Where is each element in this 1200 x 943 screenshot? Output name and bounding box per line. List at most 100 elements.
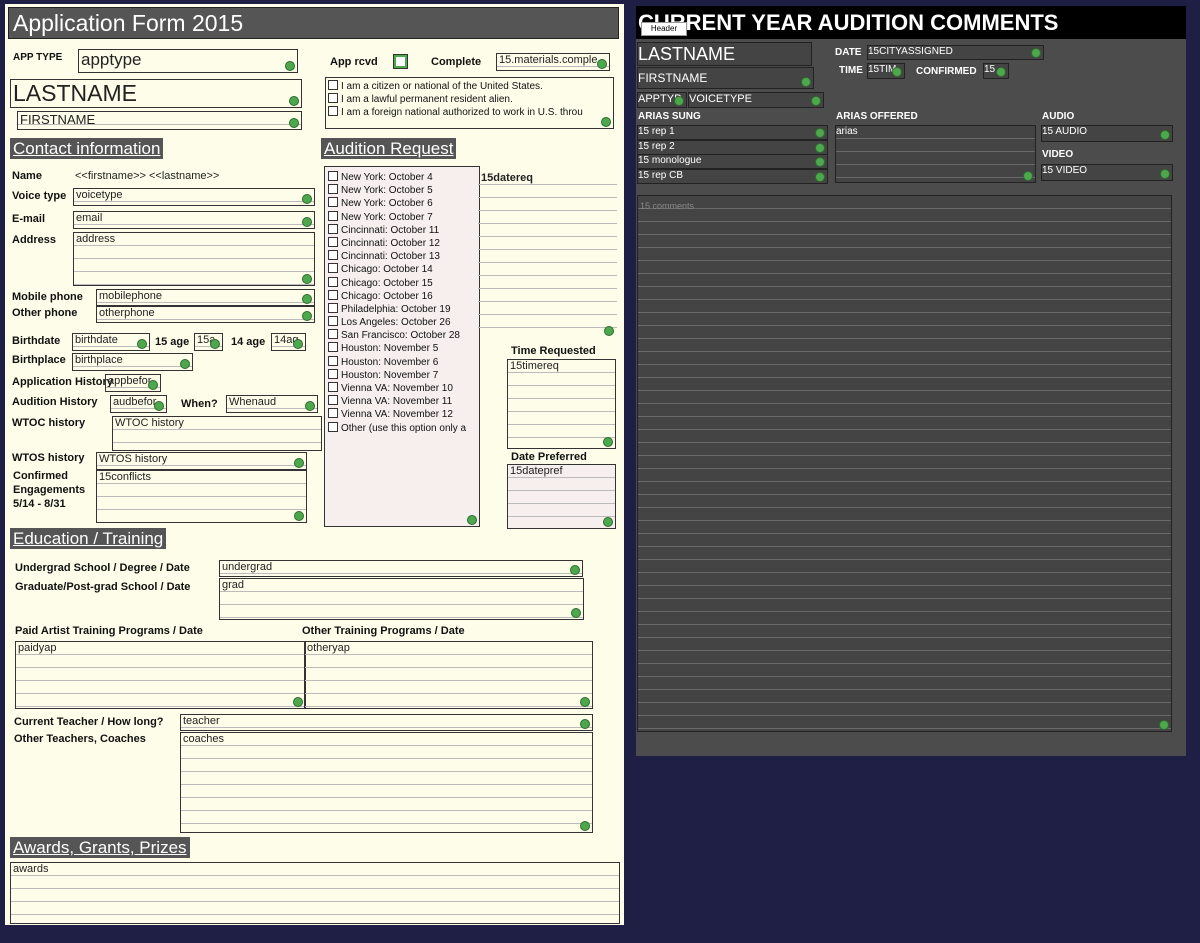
audition-history-field[interactable]: audbefor [110, 395, 167, 413]
field-marker-icon [580, 697, 590, 707]
time-requested-field[interactable]: 15timereq [507, 359, 616, 449]
field-marker-icon [294, 511, 304, 521]
field-marker-icon [302, 217, 312, 227]
undergrad-field[interactable]: undergrad [219, 560, 583, 577]
age14-field[interactable]: 14ag [271, 333, 306, 351]
grad-field[interactable]: grad [219, 578, 584, 620]
wtoc-history-label: WTOC history [12, 417, 86, 429]
audition-option[interactable]: Vienna VA: November 10 [328, 382, 479, 395]
audition-option[interactable]: New York: October 7 [328, 210, 479, 224]
other-training-field[interactable]: otheryap [304, 641, 593, 709]
aria-sung-field[interactable]: 15 rep 1 [637, 125, 828, 140]
field-marker-icon [601, 117, 611, 127]
audition-option[interactable]: New York: October 5 [328, 184, 479, 197]
app-rcvd-label: App rcvd [330, 56, 378, 68]
wtos-history-field[interactable]: WTOS history [96, 452, 307, 470]
video-field[interactable]: 15 VIDEO [1041, 164, 1173, 181]
audition-option[interactable]: Philadelphia: October 19 [328, 302, 479, 316]
confirmed-field[interactable]: 15 [983, 63, 1009, 79]
checkbox-icon [328, 171, 338, 181]
citizenship-option[interactable]: I am a citizen or national of the United… [326, 80, 613, 93]
date-label: DATE [835, 47, 862, 58]
firstname-field[interactable]: FIRSTNAME [17, 111, 302, 130]
date-preferred-field[interactable]: 15datepref [507, 464, 616, 529]
comments-voicetype-field[interactable]: VOICETYPE [688, 92, 824, 108]
audition-option[interactable]: Chicago: October 14 [328, 263, 479, 276]
citizenship-option[interactable]: I am a foreign national authorized to wo… [326, 106, 613, 119]
citizenship-option[interactable]: I am a lawful permanent resident alien. [326, 93, 613, 106]
audition-option[interactable]: Vienna VA: November 11 [328, 395, 479, 408]
age15-field[interactable]: 15a [194, 333, 223, 351]
audition-option[interactable]: Cincinnati: October 13 [328, 250, 479, 263]
audio-field[interactable]: 15 AUDIO [1041, 125, 1173, 142]
when-label: When? [181, 398, 218, 410]
other-training-label: Other Training Programs / Date [302, 625, 465, 637]
coaches-field[interactable]: coaches [180, 732, 593, 833]
voice-type-field[interactable]: voicetype [73, 188, 315, 206]
birthplace-field[interactable]: birthplace [72, 353, 193, 371]
awards-field[interactable]: awards [10, 862, 620, 924]
audition-option[interactable]: Houston: November 6 [328, 355, 479, 369]
form-title-bar[interactable]: Application Form 2015 [8, 7, 619, 39]
header-tab[interactable]: Header [641, 22, 687, 36]
field-marker-icon [302, 194, 312, 204]
voice-type-label: Voice type [12, 190, 67, 202]
audition-option[interactable]: Houston: November 7 [328, 368, 479, 382]
aria-sung-field[interactable]: 15 monologue [637, 154, 828, 169]
app-rcvd-checkbox[interactable] [393, 54, 408, 69]
application-history-field[interactable]: appbefor [105, 374, 161, 392]
field-marker-icon [294, 458, 304, 468]
audition-option[interactable]: Vienna VA: November 12 [328, 408, 479, 421]
lastname-field[interactable]: LASTNAME [10, 79, 302, 108]
education-section-header: Education / Training [10, 528, 167, 549]
arias-offered-field[interactable]: arias [835, 125, 1036, 183]
paid-training-label: Paid Artist Training Programs / Date [15, 625, 203, 637]
checkbox-icon [328, 197, 338, 208]
email-field[interactable]: email [73, 211, 315, 229]
audition-option[interactable]: San Francisco: October 28 [328, 329, 479, 342]
teacher-field[interactable]: teacher [180, 714, 593, 731]
checkbox-icon [328, 342, 338, 353]
time-field[interactable]: 15TIM [867, 63, 905, 79]
checkbox-icon [328, 421, 338, 432]
audition-option[interactable]: Other (use this option only a [328, 421, 479, 435]
complete-label: Complete [431, 56, 482, 68]
comments-title-bar[interactable]: CURRENT YEAR AUDITION COMMENTS [636, 6, 1186, 39]
audition-option[interactable]: New York: October 6 [328, 197, 479, 210]
address-label: Address [12, 234, 57, 246]
comments-lastname-field[interactable]: LASTNAME [637, 42, 812, 66]
audition-option[interactable]: Chicago: October 16 [328, 289, 479, 303]
date-requested-field[interactable]: 15datereq [478, 171, 617, 338]
mobile-phone-field[interactable]: mobilephone [96, 289, 315, 306]
when-field[interactable]: Whenaud [226, 395, 318, 413]
contact-section-header: Contact information [10, 138, 164, 159]
comments-apptype-field[interactable]: APPTYP [637, 92, 687, 108]
form-title: Application Form 2015 [13, 10, 244, 36]
apptype-field[interactable]: apptype [78, 49, 298, 73]
other-phone-field[interactable]: otherphone [96, 306, 315, 323]
teacher-label: Current Teacher / How long? [14, 716, 164, 728]
date-field[interactable]: 15CITYASSIGNED [867, 45, 1044, 60]
audition-option[interactable]: Cincinnati: October 12 [328, 236, 479, 250]
audition-request-list[interactable]: New York: October 4 New York: October 5 … [324, 166, 480, 527]
audition-option[interactable]: Los Angeles: October 26 [328, 316, 479, 329]
audition-option[interactable]: Houston: November 5 [328, 342, 479, 355]
wtoc-history-field[interactable]: WTOC history [112, 416, 322, 451]
audition-option[interactable]: Chicago: October 15 [328, 276, 479, 290]
birthdate-field[interactable]: birthdate [72, 333, 150, 351]
conflicts-field[interactable]: 15conflicts [96, 470, 307, 523]
audition-option[interactable]: New York: October 4 [328, 171, 479, 184]
comments-firstname-field[interactable]: FIRSTNAME [637, 67, 814, 89]
audition-option[interactable]: Cincinnati: October 11 [328, 223, 479, 237]
aria-sung-field[interactable]: 15 rep CB [637, 169, 828, 184]
address-field[interactable]: address [73, 232, 315, 286]
paid-training-field[interactable]: paidyap [15, 641, 306, 709]
aria-sung-field[interactable]: 15 rep 2 [637, 140, 828, 155]
field-marker-icon [210, 339, 220, 349]
checkbox-icon [328, 210, 338, 221]
age15-label: 15 age [155, 336, 190, 348]
field-marker-icon [285, 61, 295, 71]
complete-field[interactable]: 15.materials.comple [496, 53, 610, 71]
comments-field[interactable]: 15 comments [637, 195, 1172, 732]
field-marker-icon [815, 128, 825, 138]
